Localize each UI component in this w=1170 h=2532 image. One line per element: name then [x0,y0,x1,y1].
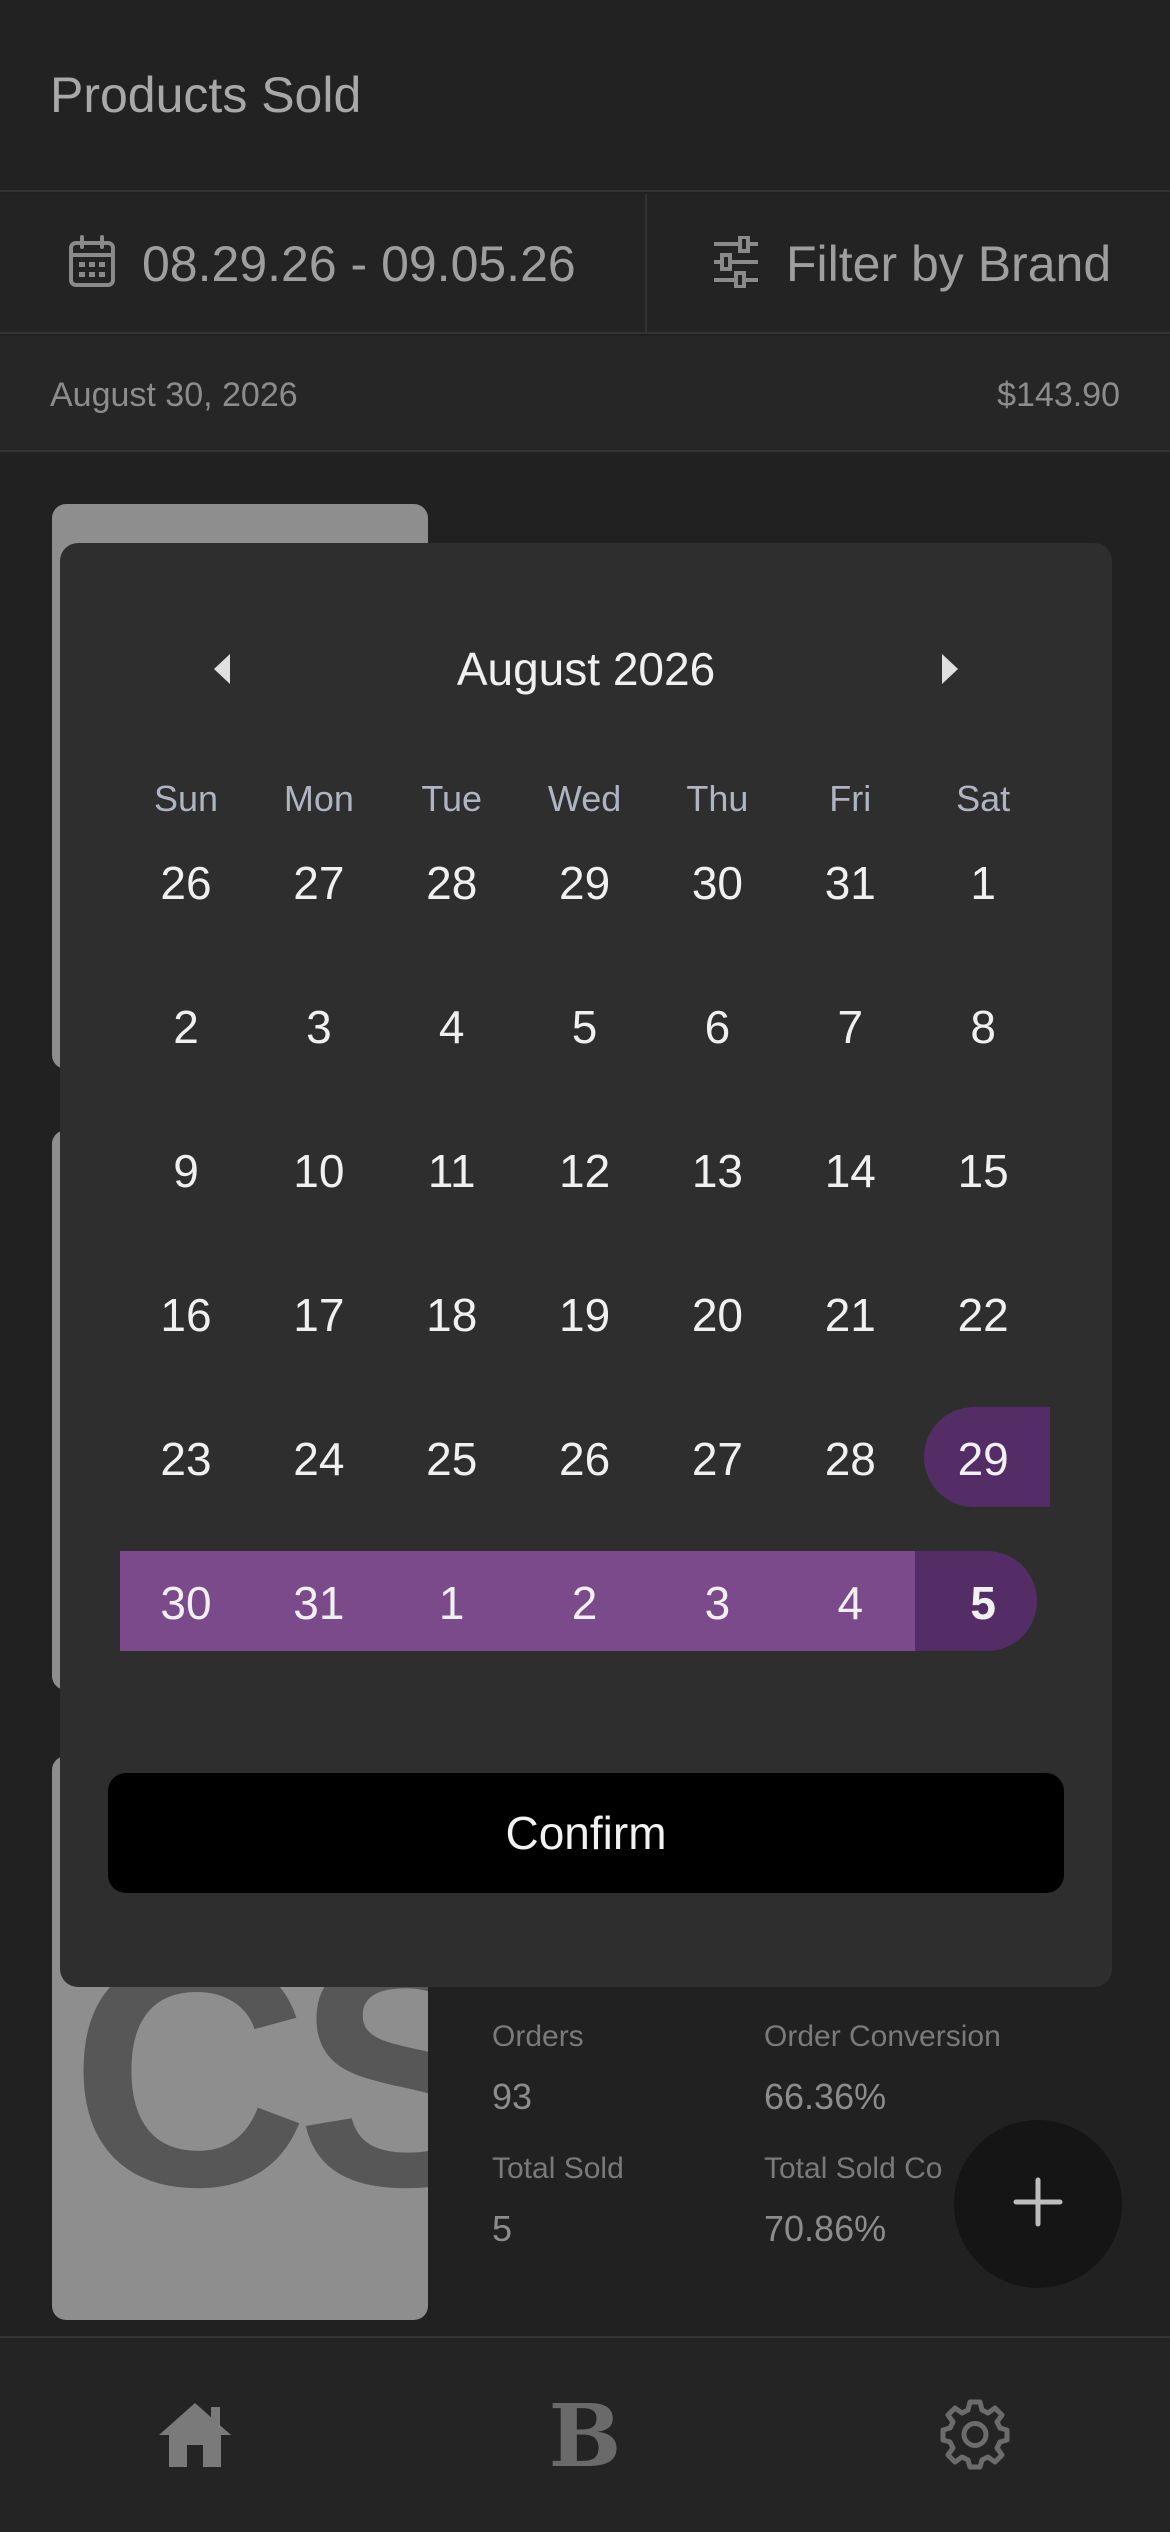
gear-icon [939,2398,1011,2475]
stat-total-sold: Total Sold 5 [492,2152,624,2250]
filter-divider [645,194,647,334]
stat-label: Total Sold Co [764,2152,943,2185]
calendar-day[interactable]: 22 [917,1265,1049,1365]
plus-icon [1012,2176,1064,2233]
weekday-label: Sat [956,778,1011,819]
stat-order-conversion: Order Conversion 66.36% [764,2020,1001,2118]
stat-total-sold-conversion: Total Sold Co 70.86% [764,2152,942,2250]
page-title: Products Sold [50,67,362,123]
nav-home[interactable] [115,2338,275,2532]
weekday-label: Tue [421,778,483,819]
calendar-day[interactable]: 10 [253,1121,385,1221]
calendar-day[interactable]: 30 [651,833,783,933]
calendar-day[interactable]: 14 [784,1121,916,1221]
bottom-navigation: B [0,2336,1170,2532]
calendar-day[interactable]: 9 [120,1121,252,1221]
nav-brands[interactable]: B [505,2338,665,2532]
stat-value: 66.36% [764,2076,887,2117]
calendar-day[interactable]: 1 [917,833,1049,933]
calendar-day[interactable]: 29 [917,1409,1049,1509]
calendar-day[interactable]: 4 [386,977,518,1077]
add-button[interactable] [954,2120,1122,2288]
calendar-day[interactable]: 15 [917,1121,1049,1221]
calendar-day[interactable]: 29 [519,833,651,933]
summary-row: August 30, 2026 $143.90 [0,336,1170,452]
calendar-day[interactable]: 2 [120,977,252,1077]
stat-value: 93 [492,2076,533,2117]
brand-filter-label: Filter by Brand [786,236,1112,292]
calendar-day[interactable]: 30 [120,1553,252,1653]
calendar-day[interactable]: 1 [386,1553,518,1653]
calendar-day[interactable]: 31 [253,1553,385,1653]
weekday-label: Wed [547,778,622,819]
calendar-day[interactable]: 7 [784,977,916,1077]
filter-sliders-icon [712,234,760,293]
calendar-day[interactable]: 20 [651,1265,783,1365]
weekday-label: Mon [283,778,354,819]
calendar-day[interactable]: 19 [519,1265,651,1365]
app-header: Products Sold [0,0,1170,192]
weekday-label: Sun [153,778,219,819]
calendar-day[interactable]: 3 [253,977,385,1077]
weekday-label: Fri [829,778,872,819]
filter-bar: 08.29.26 - 09.05.26 Filter by Brand [0,194,1170,334]
calendar-day[interactable]: 28 [386,833,518,933]
calendar-day[interactable]: 18 [386,1265,518,1365]
summary-date: August 30, 2026 [50,376,298,414]
stat-label: Order Conversion [764,2020,1001,2053]
calendar-day[interactable]: 26 [120,833,252,933]
calendar-day[interactable]: 25 [386,1409,518,1509]
stat-value: 5 [492,2208,513,2249]
calendar-day[interactable]: 13 [651,1121,783,1221]
month-navigation: August 2026 [60,629,1112,709]
calendar-day[interactable]: 12 [519,1121,651,1221]
stat-label: Total Sold [492,2152,624,2185]
calendar-day[interactable]: 16 [120,1265,252,1365]
calendar-day[interactable]: 31 [784,833,916,933]
calendar-day[interactable]: 28 [784,1409,916,1509]
calendar-day[interactable]: 23 [120,1409,252,1509]
calendar-day[interactable]: 3 [651,1553,783,1653]
calendar-day[interactable]: 2 [519,1553,651,1653]
confirm-button[interactable]: Confirm [108,1773,1064,1893]
calendar-day[interactable]: 5 [917,1553,1049,1653]
calendar-day[interactable]: 6 [651,977,783,1077]
nav-settings[interactable] [895,2338,1055,2532]
calendar-day[interactable]: 26 [519,1409,651,1509]
calendar-day[interactable]: 24 [253,1409,385,1509]
calendar-day[interactable]: 27 [651,1409,783,1509]
weekday-header: Sun Mon Tue Wed Thu Fri Sat [120,769,1050,829]
calendar-day[interactable]: 17 [253,1265,385,1365]
calendar-day[interactable]: 8 [917,977,1049,1077]
weekday-label: Thu [686,778,749,819]
calendar-icon [68,234,116,294]
home-icon [157,2399,233,2474]
stat-value: 70.86% [764,2208,887,2249]
brand-b-icon: B [548,2385,622,2487]
summary-amount: $143.90 [997,376,1120,414]
calendar-day[interactable]: 27 [253,833,385,933]
calendar-day[interactable]: 5 [519,977,651,1077]
stat-label: Orders [492,2020,584,2053]
calendar-day[interactable]: 21 [784,1265,916,1365]
date-picker-modal: August 2026 Sun Mon Tue Wed Thu Fri Sat 26 27 28… [60,543,1112,1987]
calendar-day[interactable]: 11 [386,1121,518,1221]
chevron-left-icon[interactable] [204,651,240,687]
stat-orders: Orders 93 [492,2020,584,2118]
brand-filter-button[interactable]: Filter by Brand [712,194,1111,334]
calendar-day[interactable]: 4 [784,1553,916,1653]
date-range-label: 08.29.26 - 09.05.26 [142,236,576,292]
date-range-filter[interactable]: 08.29.26 - 09.05.26 [68,194,576,334]
calendar-grid: 26 27 28 29 30 31 1 2 3 4 5 6 7 8 9 10 11 12 13 14 15 16 17 18 1… [120,833,1050,1733]
chevron-right-icon[interactable] [932,651,968,687]
